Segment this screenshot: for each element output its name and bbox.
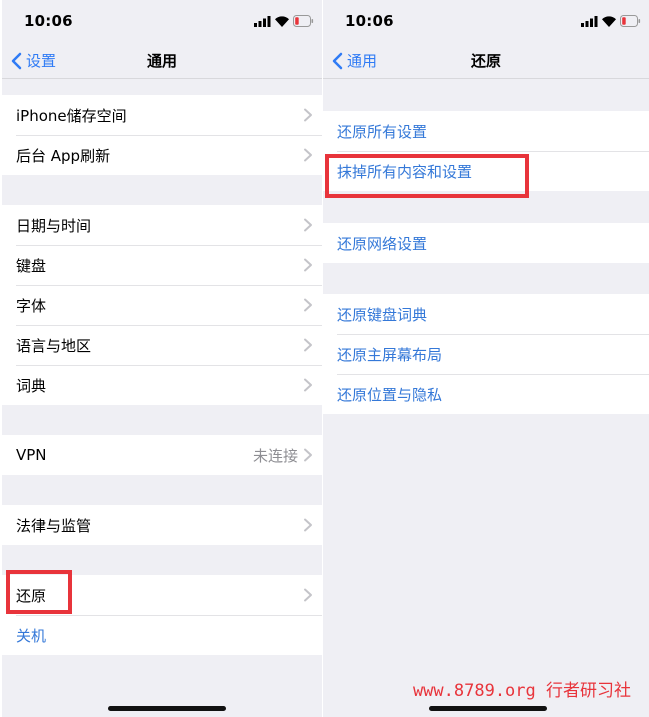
row-label: 键盘 bbox=[16, 256, 47, 275]
row-reset-keyboard-dictionary[interactable]: 还原键盘词典 bbox=[323, 294, 649, 334]
row-label: 日期与时间 bbox=[16, 216, 92, 235]
battery-low-icon bbox=[293, 15, 314, 27]
nav-bar: 还原 通用 bbox=[323, 40, 649, 79]
status-bar: 10:06 bbox=[2, 0, 322, 40]
home-indicator bbox=[429, 706, 547, 711]
chevron-right-icon bbox=[302, 258, 314, 272]
settings-group-storage: iPhone储存空间 后台 App刷新 bbox=[2, 95, 322, 175]
row-reset-all-settings[interactable]: 还原所有设置 bbox=[323, 111, 649, 151]
nav-bar: 通用 设置 bbox=[2, 40, 322, 79]
row-label: 词典 bbox=[16, 376, 47, 395]
chevron-right-icon bbox=[302, 218, 314, 232]
battery-low-icon bbox=[620, 15, 641, 27]
settings-group-locale: 日期与时间 键盘 字体 语言与地区 词典 bbox=[2, 205, 322, 405]
row-dictionary[interactable]: 词典 bbox=[2, 365, 322, 405]
row-label: 法律与监管 bbox=[16, 516, 92, 535]
chevron-left-icon bbox=[332, 52, 343, 69]
back-label: 通用 bbox=[347, 52, 378, 70]
watermark-text: www.8789.org 行者研习社 bbox=[412, 681, 631, 701]
settings-group-vpn: VPN 未连接 bbox=[2, 435, 322, 475]
row-label: 还原位置与隐私 bbox=[337, 385, 443, 404]
chevron-right-icon bbox=[302, 148, 314, 162]
row-label: 还原所有设置 bbox=[337, 122, 428, 141]
row-background-app-refresh[interactable]: 后台 App刷新 bbox=[2, 135, 322, 175]
row-keyboard[interactable]: 键盘 bbox=[2, 245, 322, 285]
highlight-box-reset bbox=[6, 570, 72, 614]
general-settings-screen: 10:06 通用 设置 iPhone储存空间 后台 App刷新 日期与时间 键盘… bbox=[2, 0, 322, 717]
status-bar: 10:06 bbox=[323, 0, 649, 40]
row-label: 还原网络设置 bbox=[337, 234, 428, 253]
wifi-icon bbox=[275, 16, 289, 27]
status-time: 10:06 bbox=[24, 12, 73, 30]
back-button[interactable]: 设置 bbox=[10, 50, 56, 71]
chevron-right-icon bbox=[302, 518, 314, 532]
row-vpn[interactable]: VPN 未连接 bbox=[2, 435, 322, 475]
wifi-icon bbox=[602, 16, 616, 27]
reset-screen: 10:06 还原 通用 还原所有设置 抹掉所有内容和设置 还原网络设置 还原键盘… bbox=[323, 0, 649, 717]
status-time: 10:06 bbox=[345, 12, 394, 30]
row-language-region[interactable]: 语言与地区 bbox=[2, 325, 322, 365]
chevron-right-icon bbox=[302, 298, 314, 312]
row-label: iPhone储存空间 bbox=[16, 106, 127, 125]
status-icons bbox=[581, 15, 641, 27]
row-shut-down[interactable]: 关机 bbox=[2, 615, 322, 655]
row-label: 关机 bbox=[16, 626, 47, 645]
row-reset-location-privacy[interactable]: 还原位置与隐私 bbox=[323, 374, 649, 414]
row-iphone-storage[interactable]: iPhone储存空间 bbox=[2, 95, 322, 135]
back-button[interactable]: 通用 bbox=[331, 50, 377, 71]
status-icons bbox=[254, 15, 314, 27]
signal-icon bbox=[581, 16, 598, 27]
back-label: 设置 bbox=[26, 52, 57, 70]
row-label: 字体 bbox=[16, 296, 47, 315]
row-label: 语言与地区 bbox=[16, 336, 92, 355]
chevron-right-icon bbox=[302, 448, 314, 462]
highlight-box-erase bbox=[325, 154, 529, 198]
row-reset-network[interactable]: 还原网络设置 bbox=[323, 223, 649, 263]
chevron-right-icon bbox=[302, 108, 314, 122]
row-legal-regulatory[interactable]: 法律与监管 bbox=[2, 505, 322, 545]
row-date-time[interactable]: 日期与时间 bbox=[2, 205, 322, 245]
vpn-status: 未连接 bbox=[252, 446, 298, 465]
row-fonts[interactable]: 字体 bbox=[2, 285, 322, 325]
chevron-left-icon bbox=[11, 52, 22, 69]
chevron-right-icon bbox=[302, 588, 314, 602]
row-reset-home-screen[interactable]: 还原主屏幕布局 bbox=[323, 334, 649, 374]
row-label: 还原键盘词典 bbox=[337, 305, 428, 324]
settings-group-legal: 法律与监管 bbox=[2, 505, 322, 545]
chevron-right-icon bbox=[302, 338, 314, 352]
reset-group-other: 还原键盘词典 还原主屏幕布局 还原位置与隐私 bbox=[323, 294, 649, 414]
row-label: VPN bbox=[16, 446, 47, 464]
row-label: 后台 App刷新 bbox=[16, 146, 111, 165]
chevron-right-icon bbox=[302, 378, 314, 392]
row-label: 还原主屏幕布局 bbox=[337, 345, 443, 364]
reset-group-network: 还原网络设置 bbox=[323, 223, 649, 263]
home-indicator bbox=[108, 706, 226, 711]
signal-icon bbox=[254, 16, 271, 27]
